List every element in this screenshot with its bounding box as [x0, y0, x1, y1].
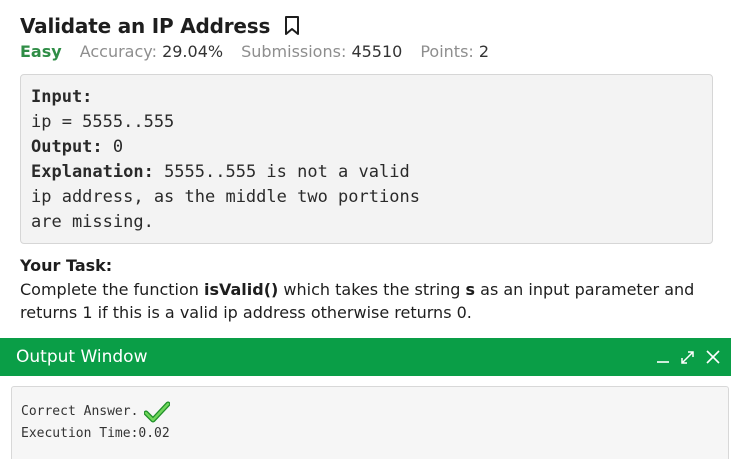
param-name: s — [465, 280, 476, 299]
input-label-line: Input: — [31, 85, 702, 110]
difficulty-badge: Easy — [20, 42, 62, 61]
task-text-2: which takes the string — [278, 280, 466, 299]
output-window-title: Output Window — [16, 347, 148, 367]
checkmark-icon — [143, 401, 171, 423]
output-line: Output: 0 — [31, 135, 702, 160]
points-value: 2 — [478, 42, 490, 61]
expand-icon[interactable] — [679, 349, 696, 366]
example-code-box: Input: ip = 5555..555 Output: 0 Explanat… — [20, 74, 713, 244]
output-panel: Correct Answer. Execution Time:0.02 — [11, 386, 729, 459]
bookmark-icon[interactable] — [284, 16, 300, 36]
accuracy-value: 29.04% — [162, 42, 224, 61]
input-label: Input: — [31, 87, 93, 107]
result-line: Correct Answer. — [21, 401, 719, 423]
close-icon[interactable] — [704, 349, 721, 366]
explanation-line: Explanation: 5555..555 is not a valid — [31, 160, 702, 185]
execution-time: Execution Time:0.02 — [21, 426, 170, 441]
submissions-stat: Submissions: 45510 — [241, 42, 402, 61]
submissions-value: 45510 — [351, 42, 403, 61]
accuracy-label: Accuracy: — [79, 42, 157, 61]
input-value-line: ip = 5555..555 — [31, 112, 175, 132]
accuracy-stat: Accuracy: 29.04% — [80, 42, 223, 61]
output-value: 0 — [102, 137, 124, 157]
explanation-label: Explanation: — [31, 162, 154, 182]
window-controls — [654, 338, 721, 376]
output-label: Output: — [31, 137, 103, 157]
minimize-icon[interactable] — [654, 349, 671, 366]
explanation-line-2: ip address, as the middle two portions — [31, 187, 420, 207]
points-label: Points: — [420, 42, 474, 61]
function-name: isValid() — [203, 280, 279, 299]
task-description: Complete the function isValid() which ta… — [20, 278, 710, 324]
result-text: Correct Answer. — [21, 404, 139, 419]
task-heading: Your Task: — [20, 256, 113, 275]
problem-title: Validate an IP Address — [20, 14, 271, 38]
explanation-line-3: are missing. — [31, 212, 154, 232]
points-stat: Points: 2 — [420, 42, 489, 61]
output-window-header[interactable]: Output Window — [0, 338, 731, 376]
problem-meta: Easy Accuracy: 29.04% Submissions: 45510… — [20, 42, 507, 61]
title-row: Validate an IP Address — [20, 14, 300, 38]
task-text-1: Complete the function — [20, 280, 204, 299]
explanation-text-1: 5555..555 is not a valid — [153, 162, 410, 182]
submissions-label: Submissions: — [241, 42, 347, 61]
